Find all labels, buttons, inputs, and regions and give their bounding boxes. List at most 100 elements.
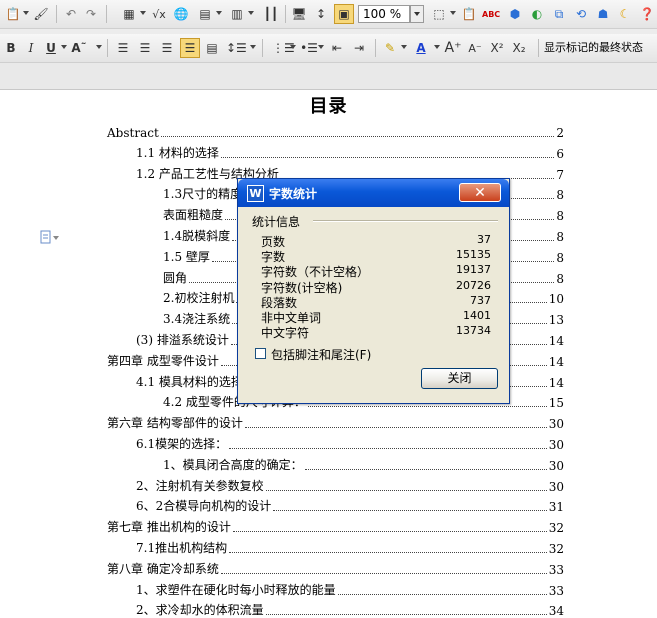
toc-page-number: 15	[548, 396, 564, 411]
translate-icon[interactable]: ⬢	[506, 4, 524, 24]
include-footnotes-checkbox[interactable]	[255, 348, 266, 359]
grow-font-icon[interactable]: A⁺	[444, 38, 462, 58]
insert-formula-icon[interactable]: √x	[150, 4, 168, 24]
toc-entry-text: 第六章 结构零部件的设计	[107, 416, 243, 431]
select-dropdown-icon[interactable]	[450, 11, 456, 15]
stat-value: 20726	[456, 278, 491, 292]
paste-dropdown-icon[interactable]	[23, 11, 29, 15]
select-object-icon[interactable]: ⬚	[430, 4, 448, 24]
backup-icon[interactable]: ⟲	[572, 4, 590, 24]
skin-icon[interactable]: ☾	[616, 4, 634, 24]
font-color-icon[interactable]: A	[412, 38, 430, 58]
document-icon	[40, 230, 59, 244]
format-painter-icon[interactable]: 🖌	[32, 4, 50, 24]
toc-entry-text: 6、2合模导向机构的设计	[136, 499, 272, 514]
toc-leader-dots	[244, 427, 547, 429]
table-grid-icon[interactable]: ▤	[196, 4, 214, 24]
line-spacing-dropdown-icon[interactable]	[250, 45, 256, 49]
columns-dropdown-icon[interactable]	[248, 11, 254, 15]
columns-icon[interactable]: ▥	[228, 4, 246, 24]
close-icon[interactable]: ✕	[459, 183, 501, 202]
increase-indent-icon[interactable]: ⇥	[350, 38, 368, 58]
print-preview-icon[interactable]: 🖥	[290, 4, 308, 24]
justify-icon[interactable]: ☰	[180, 38, 200, 58]
align-right-icon[interactable]: ☰	[158, 38, 176, 58]
toc-entry[interactable]: 第八章 确定冷却系统 33	[107, 561, 564, 577]
formatting-toolbar: B I U A˜ ☰ ☰ ☰ ☰ ▤ ↕☰ ⋮☰ •☰ ⇤ ⇥ ✎ A A⁺ A…	[0, 34, 657, 63]
redo-icon[interactable]: ↷	[82, 4, 100, 24]
show-hide-marks-icon[interactable]: ▣	[334, 4, 354, 24]
line-spacing-icon[interactable]: ↕☰	[226, 38, 247, 58]
insert-picture-icon[interactable]: 🌐	[172, 4, 190, 24]
highlight-icon[interactable]: ✎	[381, 38, 399, 58]
italic-button[interactable]: I	[22, 38, 40, 58]
highlight-dropdown-icon[interactable]	[401, 45, 407, 49]
undo-icon[interactable]: ↶	[62, 4, 80, 24]
share-icon[interactable]: ☗	[594, 4, 612, 24]
spell-check-icon[interactable]: ABC	[482, 4, 500, 24]
font-color-dropdown-icon[interactable]	[434, 45, 440, 49]
clipboard-icon[interactable]: 📋	[460, 4, 478, 24]
toc-entry-text: 第八章 确定冷却系统	[107, 561, 219, 576]
stat-row: 页数 37	[261, 233, 491, 249]
toc-leader-dots	[229, 448, 547, 449]
toc-entry[interactable]: 6、2合模导向机构的设计 31	[136, 498, 564, 514]
toc-entry[interactable]: 2、求冷却水的体积流量 34	[136, 602, 564, 618]
bullets-dropdown-icon[interactable]	[318, 45, 324, 49]
bullets-icon[interactable]: •☰	[300, 38, 318, 58]
font-effect-icon[interactable]: A˜	[70, 38, 88, 58]
align-left-icon[interactable]: ☰	[114, 38, 132, 58]
zoom-dropdown-icon[interactable]	[410, 5, 424, 23]
font-effect-dropdown-icon[interactable]	[96, 45, 102, 49]
decrease-indent-icon[interactable]: ⇤	[328, 38, 346, 58]
align-center-icon[interactable]: ☰	[136, 38, 154, 58]
standard-toolbar: 📋 🖌 ↶ ↷ ▦ √x 🌐 ▤ ▥ ┃┃ 🖥 ↕ ▣ 100 % ⬚ 📋 AB…	[0, 0, 657, 29]
superscript-icon[interactable]: X²	[488, 38, 506, 58]
paste-icon[interactable]: 📋	[4, 4, 22, 24]
toc-leader-dots	[304, 468, 547, 470]
grid-dropdown-icon[interactable]	[216, 11, 222, 15]
insert-table-icon[interactable]: ▦	[120, 4, 138, 24]
dialog-title-bar[interactable]: W 字数统计 ✕	[238, 179, 509, 207]
bold-button[interactable]: B	[2, 38, 20, 58]
stat-row: 字数 15135	[261, 248, 491, 264]
word-count-icon[interactable]: ⧉	[550, 4, 568, 24]
underline-dropdown-icon[interactable]	[61, 45, 67, 49]
toc-page-number: 30	[548, 479, 564, 494]
toc-page-number: 8	[556, 271, 564, 286]
include-footnotes-label[interactable]: 包括脚注和尾注(F)	[271, 346, 371, 363]
underline-button[interactable]: U	[42, 38, 60, 58]
toc-entry[interactable]: 第七章 推出机构的设计 32	[107, 519, 564, 535]
toc-leader-dots	[220, 572, 547, 574]
toc-entry[interactable]: 7.1推出机构结构 32	[136, 540, 564, 556]
toc-entry[interactable]: 2、注射机有关参数复校 30	[136, 478, 564, 494]
toc-entry[interactable]: 6.1模架的选择： 30	[136, 436, 564, 452]
toc-page-number: 31	[548, 500, 564, 515]
toc-entry[interactable]: 1、求塑件在硬化时每小时释放的能量 33	[136, 582, 564, 598]
toc-entry[interactable]: 1、模具闭合高度的确定： 30	[163, 457, 564, 473]
separator	[106, 5, 107, 23]
toc-entry-text: 表面粗糙度	[163, 208, 224, 223]
stat-label: 中文字符	[261, 326, 310, 341]
toc-entry[interactable]: 第六章 结构零部件的设计 30	[107, 415, 564, 431]
table-dropdown-icon[interactable]	[140, 11, 146, 15]
close-button[interactable]: 关闭	[421, 368, 498, 389]
toc-entry[interactable]: Abstract 2	[107, 124, 564, 140]
distribute-icon[interactable]: ▤	[203, 38, 221, 58]
help-icon[interactable]: ❓	[638, 4, 656, 24]
toc-leader-dots	[220, 156, 554, 158]
zoom-input[interactable]: 100 %	[358, 5, 410, 23]
toc-page-number: 32	[548, 542, 564, 556]
toc-entry-text: 第七章 推出机构的设计	[107, 520, 231, 535]
numbering-dropdown-icon[interactable]	[290, 45, 296, 49]
browser-icon[interactable]: ◐	[528, 4, 546, 24]
show-markup-select[interactable]: 显示标记的最终状态	[544, 39, 643, 55]
stat-value: 13734	[456, 324, 491, 338]
toc-entry[interactable]: 1.1 材料的选择 6	[136, 145, 564, 161]
chart-icon[interactable]: ┃┃	[262, 4, 280, 24]
shrink-font-icon[interactable]: A⁻	[466, 38, 484, 58]
document-map-icon[interactable]: ↕	[312, 4, 330, 24]
toc-entry-text: 第四章 成型零件设计	[107, 353, 219, 368]
toc-leader-dots	[307, 406, 547, 408]
subscript-icon[interactable]: X₂	[510, 38, 528, 58]
